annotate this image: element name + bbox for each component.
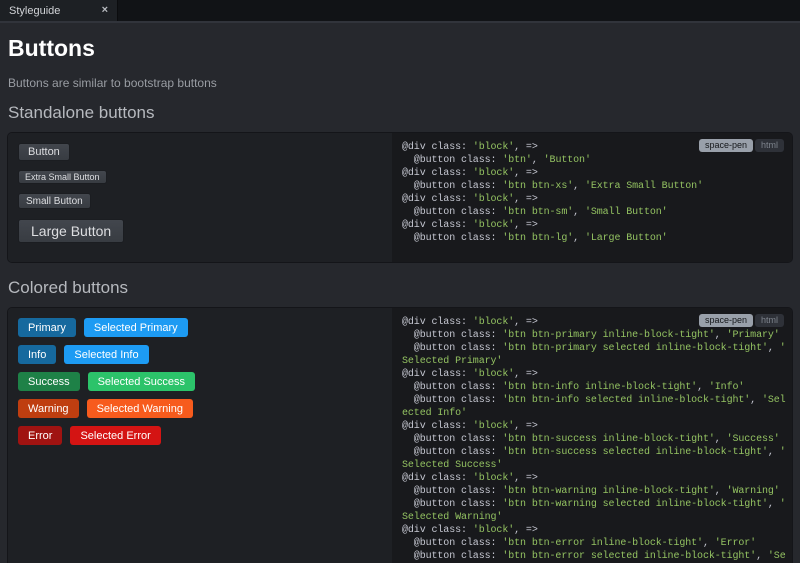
example-button-selected-info[interactable]: Selected Info bbox=[64, 345, 148, 364]
code-line: @button class: 'btn btn-primary inline-b… bbox=[402, 329, 788, 342]
code-line: @button class: 'btn btn-error inline-blo… bbox=[402, 537, 788, 550]
example-button-button[interactable]: Button bbox=[18, 143, 70, 161]
example-button-selected-primary[interactable]: Selected Primary bbox=[84, 318, 188, 337]
code-line: @button class: 'btn btn-xs', 'Extra Smal… bbox=[402, 180, 788, 193]
section-heading-standalone: Standalone buttons bbox=[8, 103, 793, 123]
badge-space-pen[interactable]: space-pen bbox=[699, 314, 753, 327]
code-line: @div class: 'block', => bbox=[402, 219, 788, 232]
code-line: @button class: 'btn btn-info inline-bloc… bbox=[402, 381, 788, 394]
code-line: @div class: 'block', => bbox=[402, 524, 788, 537]
example-button-info[interactable]: Info bbox=[18, 345, 56, 364]
code-line: @button class: 'btn btn-success selected… bbox=[402, 446, 788, 459]
example-button-small-button[interactable]: Small Button bbox=[18, 193, 91, 209]
button-row-success: Success Selected Success bbox=[18, 372, 195, 391]
page-subtitle: Buttons are similar to bootstrap buttons bbox=[8, 76, 793, 90]
tab-title: Styleguide bbox=[9, 5, 60, 17]
code-badges: space-penhtml bbox=[699, 139, 784, 152]
button-row-primary: Primary Selected Primary bbox=[18, 318, 188, 337]
example-button-primary[interactable]: Primary bbox=[18, 318, 76, 337]
code-line: Selected Warning' bbox=[402, 511, 788, 524]
example-code-colored: space-penhtml @div class: 'block', => @b… bbox=[392, 308, 792, 563]
example-button-large-button[interactable]: Large Button bbox=[18, 219, 124, 243]
code-line: ected Info' bbox=[402, 407, 788, 420]
example-rendered-standalone: Button Extra Small Button Small Button Larg… bbox=[8, 133, 392, 262]
button-row-warning: Warning Selected Warning bbox=[18, 399, 193, 418]
section-heading-colored: Colored buttons bbox=[8, 278, 793, 298]
example-colored: Primary Selected Primary Info Selected Info… bbox=[7, 307, 793, 563]
example-button-warning[interactable]: Warning bbox=[18, 399, 79, 418]
code-line: @button class: 'btn btn-sm', 'Small Butt… bbox=[402, 206, 788, 219]
styleguide-panel: Buttons Buttons are similar to bootstrap… bbox=[0, 23, 800, 563]
code-line: Selected Success' bbox=[402, 459, 788, 472]
code-line: @div class: 'block', => bbox=[402, 368, 788, 381]
badge-space-pen[interactable]: space-pen bbox=[699, 139, 753, 152]
example-button-success[interactable]: Success bbox=[18, 372, 80, 391]
example-code-standalone: space-penhtml @div class: 'block', => @b… bbox=[392, 133, 792, 262]
code-block-standalone: @div class: 'block', => @button class: '… bbox=[402, 141, 788, 245]
tab-styleguide[interactable]: Styleguide × bbox=[0, 0, 118, 21]
code-block-colored: @div class: 'block', => @button class: '… bbox=[402, 316, 788, 563]
button-row-info: Info Selected Info bbox=[18, 345, 149, 364]
code-line: @div class: 'block', => bbox=[402, 167, 788, 180]
code-line: @button class: 'btn btn-warning inline-b… bbox=[402, 485, 788, 498]
tab-bar: Styleguide × bbox=[0, 0, 800, 23]
code-line: @button class: 'btn btn-info selected in… bbox=[402, 394, 788, 407]
close-icon[interactable]: × bbox=[102, 5, 108, 16]
code-line: @button class: 'btn', 'Button' bbox=[402, 154, 788, 167]
code-line: Selected Primary' bbox=[402, 355, 788, 368]
page-title: Buttons bbox=[8, 35, 793, 62]
example-button-selected-warning[interactable]: Selected Warning bbox=[87, 399, 193, 418]
code-line: @div class: 'block', => bbox=[402, 472, 788, 485]
code-line: @button class: 'btn btn-success inline-b… bbox=[402, 433, 788, 446]
code-line: @div class: 'block', => bbox=[402, 420, 788, 433]
code-line: @button class: 'btn btn-lg', 'Large Butt… bbox=[402, 232, 788, 245]
example-rendered-colored: Primary Selected Primary Info Selected Info… bbox=[8, 308, 392, 563]
code-line: @button class: 'btn btn-warning selected… bbox=[402, 498, 788, 511]
code-badges: space-penhtml bbox=[699, 314, 784, 327]
example-button-error[interactable]: Error bbox=[18, 426, 62, 445]
code-line: @button class: 'btn btn-primary selected… bbox=[402, 342, 788, 355]
example-standalone: Button Extra Small Button Small Button Larg… bbox=[7, 132, 793, 263]
example-button-selected-error[interactable]: Selected Error bbox=[70, 426, 160, 445]
badge-html[interactable]: html bbox=[755, 314, 784, 327]
code-line: @div class: 'block', => bbox=[402, 193, 788, 206]
example-button-selected-success[interactable]: Selected Success bbox=[88, 372, 195, 391]
example-button-extra-small-button[interactable]: Extra Small Button bbox=[18, 170, 107, 184]
badge-html[interactable]: html bbox=[755, 139, 784, 152]
code-line: @button class: 'btn btn-error selected i… bbox=[402, 550, 788, 563]
button-row-error: Error Selected Error bbox=[18, 426, 161, 445]
